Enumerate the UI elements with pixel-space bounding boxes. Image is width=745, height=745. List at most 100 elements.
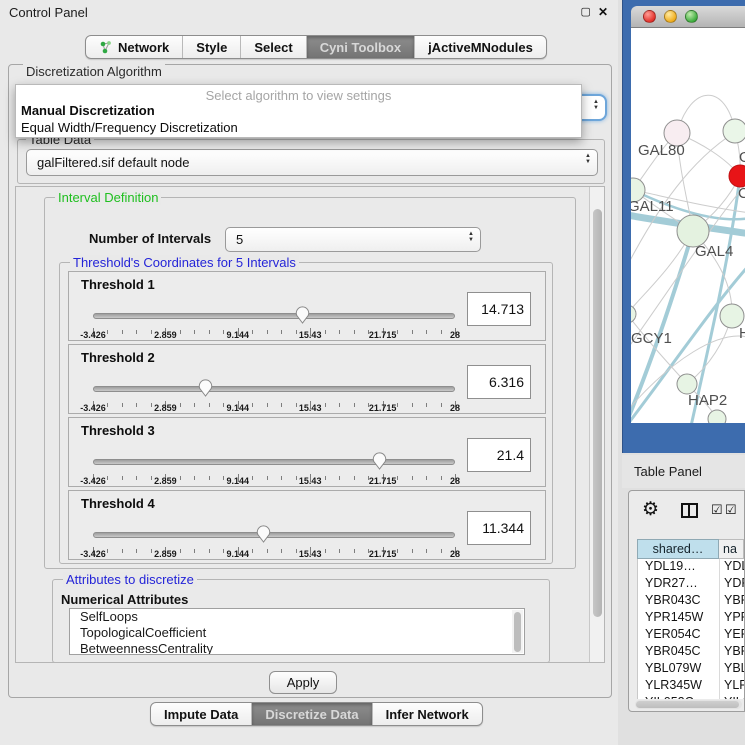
table-panel-titlebar: Table Panel [622, 455, 745, 488]
table-row[interactable]: YER054CYER0 [638, 627, 744, 644]
float-window-icon[interactable]: ▢ [581, 4, 591, 20]
checkbox-icon[interactable]: ☑ [711, 502, 723, 518]
node-label: C [738, 185, 745, 202]
scrollbar-thumb[interactable] [593, 209, 602, 617]
combo-arrows-icon: ▲▼ [468, 231, 474, 243]
gear-icon[interactable]: ⚙ [642, 498, 659, 521]
node-label: G [739, 149, 745, 166]
slider-handle[interactable] [198, 379, 213, 397]
slider-handle[interactable] [295, 306, 310, 324]
control-panel-titlebar: Control Panel ▢ ✕ [0, 0, 618, 26]
tab-select[interactable]: Select [240, 36, 305, 58]
cyni-toolbox-panel: Discretization Algorithm ▲▼ Select algor… [8, 64, 612, 698]
table-row[interactable]: YBL079WYBL0 [638, 661, 744, 678]
close-traffic-light-icon[interactable] [643, 10, 656, 23]
column-header-shared-name[interactable]: shared… [637, 539, 719, 559]
node-label: GCY1 [631, 330, 672, 347]
threshold-1-slider[interactable] [93, 306, 455, 328]
attributes-group-label: Attributes to discretize [63, 572, 197, 587]
threshold-4-slider[interactable] [93, 525, 455, 547]
threshold-4-value-field[interactable]: 11.344 [467, 511, 531, 545]
table-row[interactable]: YDR27…YDR2 [638, 576, 744, 593]
thresholds-group: Threshold's Coordinates for 5 Intervals … [59, 262, 553, 564]
tab-cyni-toolbox[interactable]: Cyni Toolbox [306, 36, 414, 58]
close-window-icon[interactable]: ✕ [598, 4, 608, 20]
node-label: GAL4 [695, 243, 733, 260]
table-row[interactable]: YDL19…YDL1 [638, 559, 744, 576]
control-panel-title: Control Panel [9, 5, 88, 20]
checkbox-icon[interactable]: ☑ [725, 502, 737, 518]
table-row[interactable]: YIL052CYIL0 [638, 695, 744, 699]
slider-tick-labels: -3.426 2.859 9.144 15.43 21.715 28 [93, 476, 455, 488]
node-label: H [739, 325, 745, 342]
tab-style[interactable]: Style [182, 36, 240, 58]
list-scrollbar[interactable] [512, 610, 523, 653]
scrollbar-thumb[interactable] [636, 701, 739, 708]
slider-track [93, 459, 455, 465]
node-hap2 [677, 374, 697, 394]
network-canvas[interactable]: GAL80 G GAL11 C GAL4 GCY1 H HAP2 [631, 28, 745, 423]
table-row[interactable]: YLR345WYLR3 [638, 678, 744, 695]
tab-infer-network[interactable]: Infer Network [372, 703, 482, 725]
algorithm-option-equal-width[interactable]: Equal Width/Frequency Discretization [21, 120, 238, 135]
threshold-2-slider[interactable] [93, 379, 455, 401]
table-row[interactable]: YBR043CYBR0 [638, 593, 744, 610]
table-panel: ⚙ ☑ ☑ shared… na YDL19…YDL1 YDR27…YDR2 Y… [628, 490, 745, 712]
threshold-row: Threshold 2 -3.426 2.859 9.144 [68, 344, 546, 414]
list-item[interactable]: SelfLoops [70, 609, 524, 625]
network-view-window: GAL80 G GAL11 C GAL4 GCY1 H HAP2 [622, 0, 745, 453]
table-row[interactable]: YBR045CYBR0 [638, 644, 744, 661]
tab-discretize-data[interactable]: Discretize Data [251, 703, 371, 725]
combo-arrows-icon: ▲▼ [593, 99, 599, 111]
table-horizontal-scrollbar[interactable] [635, 700, 742, 709]
split-columns-icon[interactable] [681, 503, 698, 518]
minimize-traffic-light-icon[interactable] [664, 10, 677, 23]
network-graph: GAL80 G GAL11 C GAL4 GCY1 H HAP2 [631, 28, 745, 423]
bottom-tab-bar: Impute Data Discretize Data Infer Networ… [150, 702, 483, 726]
table-panel-toolbar: ⚙ ☑ ☑ [629, 491, 744, 531]
settings-scrollbar[interactable] [589, 187, 604, 662]
slider-handle[interactable] [256, 525, 271, 543]
threshold-1-value-field[interactable]: 14.713 [467, 292, 531, 326]
slider-track [93, 532, 455, 538]
combo-arrows-icon: ▲▼ [585, 153, 591, 165]
slider-track [93, 313, 455, 319]
settings-scroll-panel: Interval Definition Number of Intervals … [15, 186, 605, 663]
tab-jactivemnodules[interactable]: jActiveMNodules [414, 36, 546, 58]
node-bottom [708, 410, 726, 423]
algorithm-placeholder: Select algorithm to view settings [16, 88, 581, 103]
algorithm-option-manual[interactable]: Manual Discretization [21, 103, 155, 118]
table-data-group: Table Data galFiltered.sif default node … [17, 139, 605, 184]
threshold-3-slider[interactable] [93, 452, 455, 474]
control-panel-window: Control Panel ▢ ✕ Network Style Select C… [0, 0, 618, 745]
node-top-right [723, 119, 745, 143]
node-label: GAL80 [638, 142, 685, 159]
slider-tick-labels: -3.426 2.859 9.144 15.43 21.715 28 [93, 403, 455, 415]
list-item[interactable]: TopologicalCoefficient [70, 625, 524, 641]
tab-impute-data[interactable]: Impute Data [151, 703, 251, 725]
tab-network[interactable]: Network [86, 36, 182, 58]
threshold-2-value-field[interactable]: 6.316 [467, 365, 531, 399]
threshold-row: Threshold 3 -3.426 2.859 9.144 [68, 417, 546, 487]
zoom-traffic-light-icon[interactable] [685, 10, 698, 23]
slider-track [93, 386, 455, 392]
column-header-name[interactable]: na [719, 539, 744, 559]
node-red [729, 165, 745, 187]
table-data-combobox[interactable]: galFiltered.sif default node ▲▼ [26, 149, 598, 176]
table-panel-title: Table Panel [634, 464, 702, 479]
attributes-group: Attributes to discretize Numerical Attri… [52, 579, 550, 663]
table-body: YDL19…YDL1 YDR27…YDR2 YBR043CYBR0 YPR145… [637, 559, 744, 699]
slider-handle[interactable] [372, 452, 387, 470]
node-gcy1 [631, 305, 636, 323]
algorithm-dropdown-popup: Select algorithm to view settings Manual… [15, 84, 582, 138]
table-row[interactable]: YPR145WYPR1 [638, 610, 744, 627]
apply-button[interactable]: Apply [269, 671, 337, 694]
threshold-3-value-field[interactable]: 21.4 [467, 438, 531, 472]
network-icon [99, 40, 113, 54]
node-label: GAL11 [631, 198, 674, 215]
node-label: HAP2 [688, 392, 727, 409]
list-item[interactable]: BetweennessCentrality [70, 641, 524, 655]
num-intervals-combobox[interactable]: 5 ▲▼ [225, 227, 481, 252]
threshold-row: Threshold 4 -3.426 2.859 9.144 [68, 490, 546, 560]
node-table: shared… na YDL19…YDL1 YDR27…YDR2 YBR043C… [637, 539, 744, 699]
